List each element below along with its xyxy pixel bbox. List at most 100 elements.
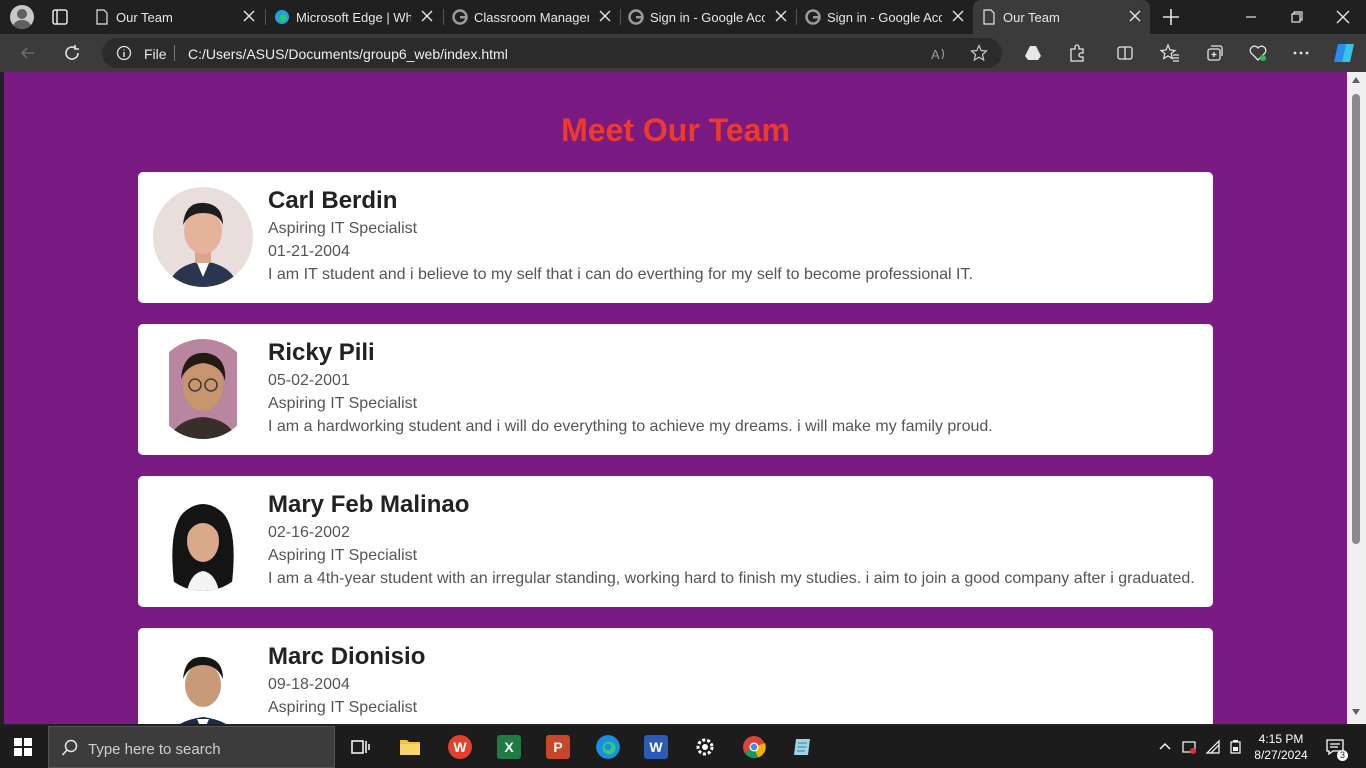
member-description: I am a 4th-year student with an irregula… — [268, 570, 1195, 587]
tab-label: Sign in - Google Acco — [650, 10, 765, 25]
url-text[interactable]: C:/Users/ASUS/Documents/group6_web/index… — [188, 46, 508, 62]
member-name: Ricky Pili — [268, 339, 375, 366]
collections-icon[interactable] — [1204, 43, 1224, 63]
member-detail: 02-16-2002 — [268, 524, 350, 541]
wifi-icon[interactable] — [1205, 739, 1221, 755]
team-member-card: Ricky Pili 05-02-2001 Aspiring IT Specia… — [138, 324, 1213, 455]
google-icon — [805, 9, 821, 25]
member-detail: Aspiring IT Specialist — [268, 220, 418, 237]
team-member-card: Mary Feb Malinao 02-16-2002 Aspiring IT … — [138, 476, 1213, 607]
notification-count-badge: 3 — [1337, 750, 1349, 761]
close-tab-icon[interactable] — [951, 9, 965, 23]
word-icon[interactable]: W — [644, 735, 668, 759]
page-icon — [96, 9, 108, 25]
team-member-card: Carl Berdin Aspiring IT Specialist 01-21… — [138, 172, 1213, 303]
member-description: I am IT student and i believe to my self… — [268, 266, 973, 283]
address-bar[interactable]: File C:/Users/ASUS/Documents/group6_web/… — [102, 38, 1002, 68]
member-detail: 09-18-2004 — [268, 676, 350, 693]
team-member-card: Marc Dionisio 09-18-2004 Aspiring IT Spe… — [138, 628, 1213, 724]
refresh-icon[interactable] — [62, 43, 82, 63]
powerpoint-icon[interactable]: P — [546, 735, 570, 759]
settings-gear-icon[interactable] — [693, 735, 717, 759]
windows-start-icon[interactable] — [14, 738, 32, 756]
split-screen-icon[interactable] — [1115, 43, 1135, 63]
close-tab-icon[interactable] — [242, 9, 256, 23]
close-tab-icon[interactable] — [598, 9, 612, 23]
excel-icon[interactable]: X — [497, 735, 521, 759]
vertical-scrollbar[interactable] — [1347, 72, 1366, 724]
back-icon[interactable] — [18, 43, 38, 63]
file-explorer-icon[interactable] — [398, 735, 422, 759]
page-title: Meet Our Team — [561, 112, 790, 148]
close-tab-icon[interactable] — [774, 9, 788, 23]
task-view-icon[interactable] — [349, 735, 373, 759]
new-tab-icon[interactable] — [1160, 6, 1182, 28]
info-icon[interactable] — [116, 45, 132, 61]
page-viewport: Meet Our Team Carl Berdin Aspiring IT Sp… — [4, 72, 1347, 724]
minimize-icon[interactable] — [1240, 6, 1262, 28]
scrollbar-thumb[interactable] — [1352, 94, 1360, 544]
tab-label: Classroom Manageme — [474, 10, 589, 25]
extensions-icon[interactable] — [1067, 43, 1087, 63]
scroll-up-icon[interactable] — [1351, 76, 1361, 84]
google-icon — [452, 9, 468, 25]
tab-bar: Our Team Microsoft Edge | What Classroom… — [0, 0, 1366, 34]
tab-label: Our Team — [116, 10, 173, 25]
member-detail: Aspiring IT Specialist — [268, 547, 418, 564]
scheme-label: File — [144, 46, 167, 62]
clock-time: 4:15 PM — [1258, 732, 1304, 746]
tab-our-team-active[interactable]: Our Team — [973, 0, 1150, 34]
chrome-icon[interactable] — [742, 735, 766, 759]
address-divider — [174, 45, 175, 61]
svg-text:A: A — [931, 47, 940, 62]
drive-icon[interactable] — [1023, 43, 1043, 63]
edge-taskbar-icon[interactable] — [595, 734, 621, 760]
member-detail: 01-21-2004 — [268, 243, 350, 260]
tab-actions-icon[interactable] — [50, 7, 70, 27]
tab-google-signin-1[interactable]: Sign in - Google Acco — [620, 0, 796, 34]
windows-taskbar: Type here to search W X P W 4:15 PM 8/27… — [0, 726, 1366, 768]
more-options-icon[interactable] — [1291, 43, 1311, 63]
member-name: Marc Dionisio — [268, 643, 426, 670]
member-photo — [153, 339, 253, 439]
system-clock[interactable]: 4:15 PM 8/27/2024 — [1246, 731, 1316, 763]
member-photo — [153, 491, 253, 591]
tab-label: Sign in - Google Acco — [827, 10, 942, 25]
page-icon — [983, 9, 995, 25]
member-photo — [153, 643, 253, 724]
member-detail: Aspiring IT Specialist — [268, 699, 418, 716]
notepad-app-icon[interactable] — [791, 735, 815, 759]
tab-our-team-1[interactable]: Our Team — [86, 0, 264, 34]
browser-essentials-icon[interactable] — [1248, 43, 1268, 63]
member-detail: Aspiring IT Specialist — [268, 395, 418, 412]
edge-icon — [275, 10, 289, 24]
member-name: Carl Berdin — [268, 187, 398, 214]
search-icon — [61, 739, 78, 756]
tray-app-icon[interactable] — [1181, 739, 1197, 755]
tab-label: Microsoft Edge | What — [296, 10, 411, 25]
scroll-down-icon[interactable] — [1351, 708, 1361, 716]
tab-classroom[interactable]: Classroom Manageme — [444, 0, 620, 34]
close-tab-icon[interactable] — [1128, 9, 1142, 23]
member-detail: 05-02-2001 — [268, 372, 350, 389]
battery-icon[interactable] — [1228, 739, 1244, 755]
favorites-icon[interactable] — [1160, 43, 1180, 63]
taskbar-search-box[interactable]: Type here to search — [48, 726, 335, 768]
tab-microsoft-edge[interactable]: Microsoft Edge | What — [266, 0, 442, 34]
member-description: I am a hardworking student and i will do… — [268, 418, 993, 435]
read-aloud-icon[interactable]: A — [930, 45, 948, 63]
tab-label: Our Team — [1003, 10, 1060, 25]
browser-toolbar: File C:/Users/ASUS/Documents/group6_web/… — [0, 34, 1366, 72]
search-placeholder: Type here to search — [88, 741, 221, 758]
google-icon — [628, 9, 644, 25]
close-tab-icon[interactable] — [420, 9, 434, 23]
show-hidden-icons-chevron-icon[interactable] — [1157, 739, 1173, 755]
wps-office-icon[interactable]: W — [448, 735, 472, 759]
tab-google-signin-2[interactable]: Sign in - Google Acco — [797, 0, 973, 34]
profile-avatar-icon[interactable] — [10, 5, 34, 29]
close-window-icon[interactable] — [1332, 6, 1354, 28]
member-photo — [153, 187, 253, 287]
copilot-icon[interactable] — [1332, 41, 1356, 65]
favorite-star-icon[interactable] — [970, 44, 988, 62]
restore-icon[interactable] — [1286, 6, 1308, 28]
